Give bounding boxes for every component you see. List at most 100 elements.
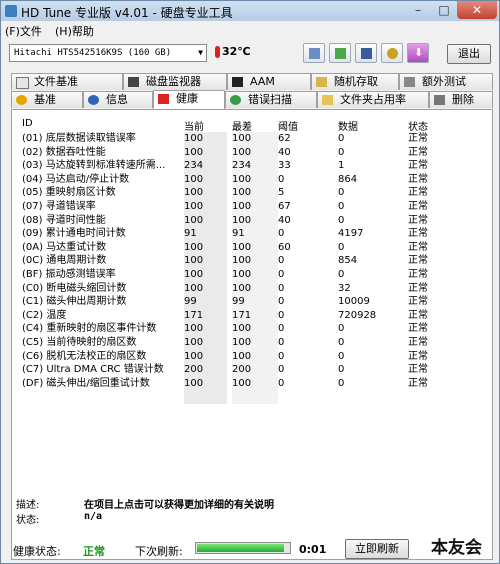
table-row[interactable]: (05) 重映射扇区计数 100 100 5 0 正常 <box>20 186 484 200</box>
tab-extra-tests[interactable]: 额外测试 <box>399 73 493 90</box>
current-value: 100 <box>184 133 204 144</box>
table-row[interactable]: (08) 寻道时间性能 100 100 40 0 正常 <box>20 214 484 228</box>
threshold-value: 0 <box>278 377 285 389</box>
copy-text-button[interactable] <box>303 43 325 63</box>
header-current[interactable]: 当前 <box>184 118 204 133</box>
table-row[interactable]: (C7) Ultra DMA CRC 错误计数 200 200 0 0 正常 <box>20 363 484 377</box>
tab-folder-usage[interactable]: 文件夹占用率 <box>317 91 429 108</box>
table-row[interactable]: (09) 累计通电时间计数 91 91 0 4197 正常 <box>20 227 484 241</box>
tab-label: 文件基准 <box>34 75 78 88</box>
table-row[interactable]: (04) 马达启动/停止计数 100 100 0 864 正常 <box>20 173 484 187</box>
menu-help[interactable]: (H)帮助 <box>55 23 94 39</box>
tab-disk-monitor[interactable]: 磁盘监视器 <box>123 73 227 90</box>
smart-attribute-list[interactable]: ID 当前 最差 阈值 数据 状态 (01) 底层数据读取错误率 100 100 62… <box>20 114 484 494</box>
attribute-name: (03) 马达旋转到标准转速所需... <box>22 160 166 172</box>
attribute-name: (C0) 断电磁头缩回计数 <box>22 282 127 294</box>
tab-health[interactable]: 健康 <box>153 90 225 109</box>
close-button[interactable]: ✕ <box>457 1 497 19</box>
current-value: 100 <box>184 282 204 294</box>
attribute-name: (0C) 通电周期计数 <box>22 255 107 267</box>
header-worst[interactable]: 最差 <box>232 118 252 133</box>
refresh-now-button[interactable]: 立即刷新 <box>345 539 409 559</box>
attribute-name: (04) 马达启动/停止计数 <box>22 173 130 185</box>
status-value: 正常 <box>408 214 428 226</box>
folder-icon <box>322 95 333 105</box>
save-icon <box>361 48 372 59</box>
tab-label: 健康 <box>176 92 198 105</box>
menu-file[interactable]: (F)文件 <box>5 23 42 39</box>
drive-select[interactable]: Hitachi HTS542516K9S (160 GB) ▼ <box>9 44 207 62</box>
tab-aam[interactable]: AAM <box>227 73 311 90</box>
worst-value: 100 <box>232 133 252 144</box>
current-value: 100 <box>184 187 204 199</box>
magnifier-icon <box>230 95 241 105</box>
header-threshold[interactable]: 阈值 <box>278 118 298 133</box>
header-status[interactable]: 状态 <box>408 118 428 133</box>
header-data[interactable]: 数据 <box>338 118 358 133</box>
threshold-value: 62 <box>278 133 291 144</box>
status-value: 正常 <box>408 350 428 362</box>
table-row[interactable]: (BF) 振动感测错误率 100 100 0 0 正常 <box>20 268 484 282</box>
table-row[interactable]: (02) 数据吞吐性能 100 100 40 0 正常 <box>20 146 484 160</box>
tab-info[interactable]: 信息 <box>83 91 153 108</box>
download-button[interactable]: ⬇ <box>407 43 429 63</box>
raw-data-value: 10009 <box>338 296 370 308</box>
maximize-button[interactable]: □ <box>431 1 457 19</box>
list-header: ID 当前 最差 阈值 数据 状态 <box>20 114 484 133</box>
benchmark-icon <box>16 95 27 105</box>
attribute-name: (C4) 重新映射的扇区事件计数 <box>22 323 157 335</box>
worst-value: 100 <box>232 323 252 335</box>
table-row[interactable]: (01) 底层数据读取错误率 100 100 62 0 正常 <box>20 132 484 146</box>
threshold-value: 0 <box>278 296 285 308</box>
table-row[interactable]: (03) 马达旋转到标准转速所需... 234 234 33 1 正常 <box>20 159 484 173</box>
attribute-name: (01) 底层数据读取错误率 <box>22 133 136 144</box>
worst-value: 99 <box>232 296 245 308</box>
copy-screenshot-button[interactable] <box>329 43 351 63</box>
tab-label: 额外测试 <box>422 75 466 88</box>
health-status-value: 正常 <box>83 545 105 558</box>
tab-erase[interactable]: 删除 <box>429 91 493 108</box>
tab-benchmark[interactable]: 基准 <box>11 91 83 108</box>
status-value: 正常 <box>408 309 428 321</box>
table-row[interactable]: (C1) 磁头伸出周期计数 99 99 0 10009 正常 <box>20 295 484 309</box>
table-row[interactable]: (0A) 马达重试计数 100 100 60 0 正常 <box>20 241 484 255</box>
tab-random-access[interactable]: 随机存取 <box>311 73 399 90</box>
options-button[interactable] <box>381 43 403 63</box>
chevron-down-icon: ▼ <box>198 48 203 57</box>
raw-data-value: 1 <box>338 160 345 172</box>
current-value: 100 <box>184 255 204 267</box>
current-value: 100 <box>184 173 204 185</box>
attribute-name: (08) 寻道时间性能 <box>22 214 106 226</box>
table-row[interactable]: (C0) 断电磁头缩回计数 100 100 0 32 正常 <box>20 282 484 296</box>
threshold-value: 0 <box>278 228 285 240</box>
exit-button[interactable]: 退出 <box>447 44 491 64</box>
table-row[interactable]: (0C) 通电周期计数 100 100 0 854 正常 <box>20 254 484 268</box>
table-row[interactable]: (C2) 温度 171 171 0 720928 正常 <box>20 309 484 323</box>
menu-bar: (F)文件 (H)帮助 <box>1 21 499 39</box>
table-row[interactable]: (07) 寻道错误率 100 100 67 0 正常 <box>20 200 484 214</box>
status-value: 正常 <box>408 173 428 185</box>
attribute-name: (07) 寻道错误率 <box>22 201 96 212</box>
minimize-button[interactable]: – <box>405 1 431 19</box>
test-icon <box>404 77 415 87</box>
tab-error-scan[interactable]: 错误扫描 <box>225 91 317 108</box>
tab-label: 基准 <box>34 93 56 106</box>
table-row[interactable]: (C5) 当前待映射的扇区数 100 100 0 0 正常 <box>20 336 484 350</box>
raw-data-value: 0 <box>338 323 345 335</box>
status-value: 正常 <box>408 269 428 280</box>
table-row[interactable]: (C4) 重新映射的扇区事件计数 100 100 0 0 正常 <box>20 322 484 336</box>
threshold-value: 5 <box>278 187 285 199</box>
status-value: 正常 <box>408 160 428 172</box>
tab-label: 随机存取 <box>334 75 378 88</box>
worst-value: 91 <box>232 228 245 240</box>
threshold-value: 0 <box>278 323 285 335</box>
tab-file-benchmark[interactable]: 文件基准 <box>11 73 123 90</box>
threshold-value: 0 <box>278 364 285 376</box>
app-icon <box>5 5 17 17</box>
table-row[interactable]: (C6) 脱机无法校正的扇区数 100 100 0 0 正常 <box>20 350 484 364</box>
table-row[interactable]: (DF) 磁头伸出/缩回重试计数 100 100 0 0 正常 <box>20 377 484 391</box>
current-value: 100 <box>184 241 204 253</box>
save-button[interactable] <box>355 43 377 63</box>
monitor-icon <box>128 77 139 87</box>
header-id[interactable]: ID <box>22 118 33 129</box>
